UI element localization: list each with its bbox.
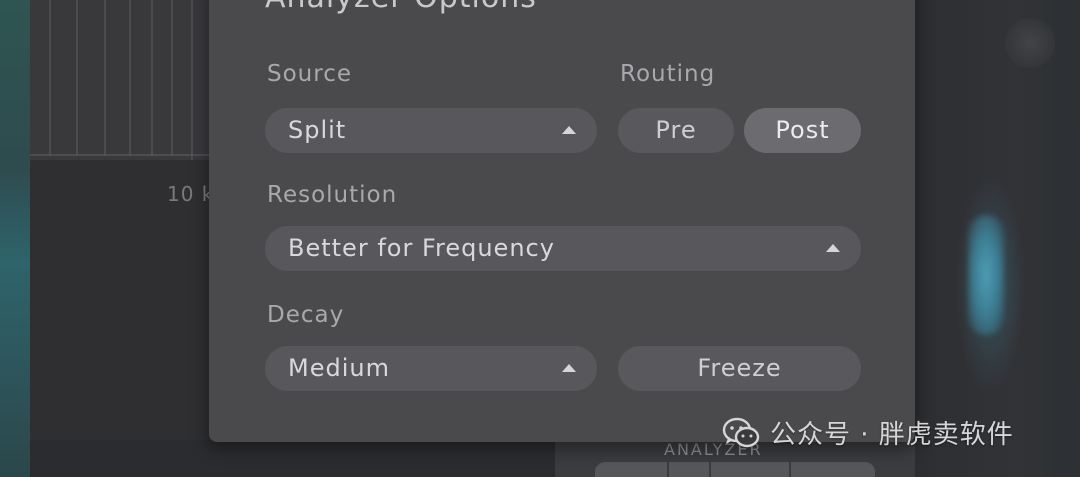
routing-pre-button[interactable]: Pre bbox=[618, 108, 734, 153]
source-dropdown[interactable]: Split bbox=[265, 108, 597, 153]
left-side-meter bbox=[0, 0, 30, 477]
caret-up-icon bbox=[826, 244, 840, 252]
spectrum-analyzer-area bbox=[30, 0, 210, 170]
routing-label: Routing bbox=[620, 61, 716, 87]
caret-up-icon bbox=[562, 364, 576, 372]
resolution-dropdown-value: Better for Frequency bbox=[288, 234, 555, 262]
analyzer-toggle-group[interactable] bbox=[595, 462, 875, 477]
freeze-button[interactable]: Freeze bbox=[618, 346, 861, 391]
output-level-meter bbox=[968, 215, 1004, 335]
plugin-window: 10 k ANALYZER Analyzer Options Source Sp… bbox=[0, 0, 1080, 477]
routing-post-button[interactable]: Post bbox=[744, 108, 861, 153]
resolution-dropdown[interactable]: Better for Frequency bbox=[265, 226, 861, 271]
routing-post-label: Post bbox=[775, 116, 830, 144]
watermark-text: 公众号 · 胖虎卖软件 bbox=[770, 420, 1014, 450]
routing-pre-label: Pre bbox=[655, 116, 697, 144]
output-knob[interactable] bbox=[1005, 18, 1055, 68]
source-dropdown-value: Split bbox=[288, 116, 347, 144]
freeze-button-label: Freeze bbox=[697, 354, 782, 382]
analyzer-tab-divider bbox=[667, 462, 669, 477]
analyzer-options-panel: Analyzer Options Source Split Routing Pr… bbox=[209, 0, 915, 442]
decay-dropdown[interactable]: Medium bbox=[265, 346, 597, 391]
lower-left-area bbox=[30, 160, 210, 477]
frequency-axis-label: 10 k bbox=[167, 182, 215, 206]
caret-up-icon bbox=[562, 126, 576, 134]
analyzer-tab-divider bbox=[709, 462, 711, 477]
watermark: 公众号 · 胖虎卖软件 bbox=[722, 414, 1014, 451]
resolution-label: Resolution bbox=[267, 182, 398, 208]
wechat-icon bbox=[722, 417, 760, 447]
panel-title: Analyzer Options bbox=[265, 0, 537, 15]
analyzer-tab-divider bbox=[789, 462, 791, 477]
analyzer-grid bbox=[30, 0, 210, 170]
source-label: Source bbox=[267, 61, 352, 87]
decay-label: Decay bbox=[267, 302, 345, 328]
decay-dropdown-value: Medium bbox=[288, 354, 390, 382]
